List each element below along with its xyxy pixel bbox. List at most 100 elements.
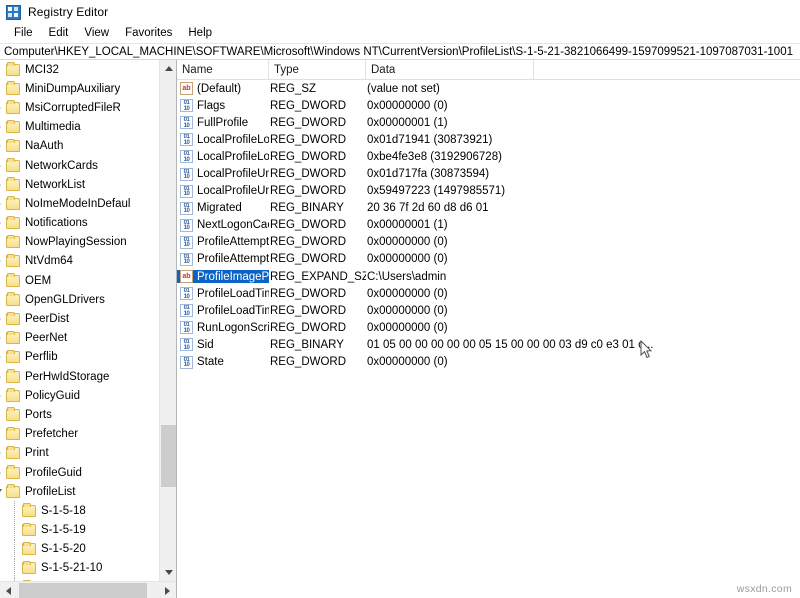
tree-item-s-1-5-20[interactable]: S-1-5-20 (0, 539, 159, 559)
value-data-text: 01 05 00 00 00 00 00 05 15 00 00 00 03 d… (367, 338, 654, 351)
tree-item-print[interactable]: Print (0, 444, 159, 463)
value-name-cell[interactable]: 01 10 State (177, 355, 269, 369)
tree-item-networkcards[interactable]: NetworkCards (0, 156, 159, 175)
value-row[interactable]: 0110 ProfileAttempte...REG_DWORD 0x0000000… (177, 251, 800, 268)
tree-hscroll-thumb[interactable] (19, 583, 147, 598)
tree-item-ntvdm64[interactable]: NtVdm64 (0, 252, 159, 271)
value-row[interactable]: 0110 LocalProfileLoa...REG_DWORD 0xbe4fe3e… (177, 148, 800, 165)
scroll-up-icon[interactable] (160, 60, 176, 77)
tree-item-peerdist[interactable]: PeerDist (0, 309, 159, 328)
tree-item-label-box: MCI32 (24, 62, 62, 78)
value-name-cell[interactable]: 0110 LocalProfileLoa... (177, 150, 269, 164)
value-row[interactable]: 0110 LocalProfileUnlo...REG_DWORD 0x01d717… (177, 165, 800, 182)
value-row[interactable]: 0110 ProfileLoadTime...REG_DWORD 0x0000000… (177, 285, 800, 302)
string-value-icon: ab (180, 270, 193, 284)
value-name-cell[interactable]: ab ProfileImagePath (177, 270, 269, 284)
menu-item-help[interactable]: Help (180, 25, 220, 42)
value-row[interactable]: 01 10 Flags REG_DWORD 0x00000000 (0) (177, 97, 800, 114)
tree-item-label: NoImeModeInDefaul (25, 197, 131, 210)
tree-item-oem[interactable]: OEM (0, 271, 159, 290)
value-type-text: REG_DWORD (270, 168, 347, 181)
tree-item-label-box: NetworkCards (24, 158, 101, 174)
dword-value-icon: 01 10 (180, 184, 193, 198)
value-row[interactable]: 01 10 Sid REG_BINARY 01 05 00 00 00 00 00 05… (177, 336, 800, 353)
folder-icon (22, 541, 36, 556)
tree-item-notifications[interactable]: Notifications (0, 214, 159, 233)
folder-icon (22, 503, 36, 517)
value-row[interactable]: ab ProfileImagePathREG_EXPAND_SZC:\Users\… (177, 268, 800, 285)
tree-item-perflib[interactable]: Perflib (0, 348, 159, 367)
tree-leaf-connector (6, 539, 22, 559)
tree-item-multimedia[interactable]: Multimedia (0, 118, 159, 137)
tree-item-profilelist[interactable]: ProfileList (0, 482, 159, 501)
value-row[interactable]: 01 10 Migrated REG_BINARY 20 36 7f 2d 60 d8 … (177, 200, 800, 217)
value-type-text: REG_DWORD (270, 236, 347, 249)
value-data-text: 0x00000000 (0) (367, 253, 448, 266)
tree-item-s-1-5-21-10[interactable]: S-1-5-21-10 (0, 558, 159, 578)
tree-item-label-box: Prefetcher (24, 426, 81, 442)
scroll-left-icon[interactable] (0, 582, 17, 598)
tree-vscroll-thumb[interactable] (161, 425, 176, 487)
value-name-cell[interactable]: ab (Default) (177, 82, 269, 96)
tree-item-ports[interactable]: Ports (0, 405, 159, 424)
value-row[interactable]: ab (Default) REG_SZ (value not set) (177, 80, 800, 97)
value-name-cell[interactable]: 0110 ProfileLoadTime... (177, 287, 269, 301)
scroll-right-icon[interactable] (159, 582, 176, 598)
tree-item-msicorruptedfiler[interactable]: MsiCorruptedFileR (0, 98, 159, 117)
value-name-cell[interactable]: 0110 ProfileLoadTime... (177, 304, 269, 318)
tree-item-nowplayingsession[interactable]: NowPlayingSession (0, 233, 159, 252)
scroll-down-icon[interactable] (160, 564, 176, 581)
value-data-text: 0x00000000 (0) (367, 287, 448, 300)
tree-item-prefetcher[interactable]: Prefetcher (0, 425, 159, 444)
column-header-data[interactable]: Data (366, 60, 534, 80)
value-name-cell[interactable]: 0110 ProfileAttempte... (177, 235, 269, 249)
tree-item-opengldrivers[interactable]: OpenGLDrivers (0, 290, 159, 309)
value-row[interactable]: 01 10 State REG_DWORD 0x00000000 (0) (177, 354, 800, 371)
folder-icon (22, 560, 36, 575)
value-name-cell[interactable]: 0110 LocalProfileUnlo... (177, 167, 269, 181)
tree-item-mci32[interactable]: MCI32 (0, 60, 159, 79)
tree-item-s-1-5-19[interactable]: S-1-5-19 (0, 520, 159, 540)
tree-item-policyguid[interactable]: PolicyGuid (0, 386, 159, 405)
tree-vertical-scrollbar[interactable] (159, 60, 176, 581)
tree-item-networklist[interactable]: NetworkList (0, 175, 159, 194)
value-name-cell[interactable]: 0110 ProfileAttempte... (177, 252, 269, 266)
address-bar[interactable]: Computer\HKEY_LOCAL_MACHINE\SOFTWARE\Mic… (0, 43, 800, 60)
value-row[interactable]: 0110 LocalProfileUnlo...REG_DWORD 0x594972… (177, 183, 800, 200)
value-name-cell[interactable]: 0110 RunLogonScript... (177, 321, 269, 335)
tree-horizontal-scrollbar[interactable] (0, 581, 176, 598)
column-header-name[interactable]: Name (177, 60, 269, 80)
value-type-text: REG_DWORD (270, 321, 347, 334)
value-name-cell[interactable]: 0110 LocalProfileUnlo... (177, 184, 269, 198)
value-row[interactable]: 0110 NextLogonCach...REG_DWORD 0x00000001 … (177, 217, 800, 234)
value-row[interactable]: 0110 ProfileAttempte...REG_DWORD 0x0000000… (177, 234, 800, 251)
value-row[interactable]: 01 10 FullProfile REG_DWORD 0x00000001 (1) (177, 114, 800, 131)
tree-item-naauth[interactable]: NaAuth (0, 137, 159, 156)
tree-item-label: Ports (25, 408, 52, 421)
menu-item-view[interactable]: View (76, 25, 117, 42)
value-type-text: REG_SZ (270, 82, 317, 95)
tree-item-label: NetworkList (25, 178, 86, 191)
menu-item-favorites[interactable]: Favorites (117, 25, 180, 42)
tree-item-peernet[interactable]: PeerNet (0, 329, 159, 348)
menu-item-edit[interactable]: Edit (41, 25, 77, 42)
tree-item-label: Notifications (25, 217, 88, 230)
value-row[interactable]: 0110 ProfileLoadTime...REG_DWORD 0x0000000… (177, 302, 800, 319)
tree-item-minidumpauxiliary[interactable]: MiniDumpAuxiliary (0, 79, 159, 98)
value-row[interactable]: 0110 RunLogonScript...REG_DWORD 0x00000000… (177, 319, 800, 336)
tree-item-profileguid[interactable]: ProfileGuid (0, 463, 159, 482)
value-name-cell[interactable]: 01 10 Flags (177, 99, 269, 113)
folder-icon (22, 522, 36, 537)
value-name-cell[interactable]: 01 10 Sid (177, 338, 269, 352)
menu-item-file[interactable]: File (6, 25, 41, 42)
value-row[interactable]: 0110 LocalProfileLoa...REG_DWORD 0x01d7194… (177, 131, 800, 148)
value-name-cell[interactable]: 01 10 FullProfile (177, 116, 269, 130)
dword-value-icon: 01 10 (180, 287, 193, 301)
value-name-cell[interactable]: 01 10 Migrated (177, 201, 269, 215)
value-name-cell[interactable]: 0110 LocalProfileLoa... (177, 133, 269, 147)
tree-item-s-1-5-18[interactable]: S-1-5-18 (0, 501, 159, 521)
tree-item-noimemodeindefaul[interactable]: NoImeModeInDefaul (0, 194, 159, 213)
tree-item-perhwidstorage[interactable]: PerHwIdStorage (0, 367, 159, 386)
column-header-type[interactable]: Type (269, 60, 366, 80)
value-name-cell[interactable]: 0110 NextLogonCach... (177, 218, 269, 232)
